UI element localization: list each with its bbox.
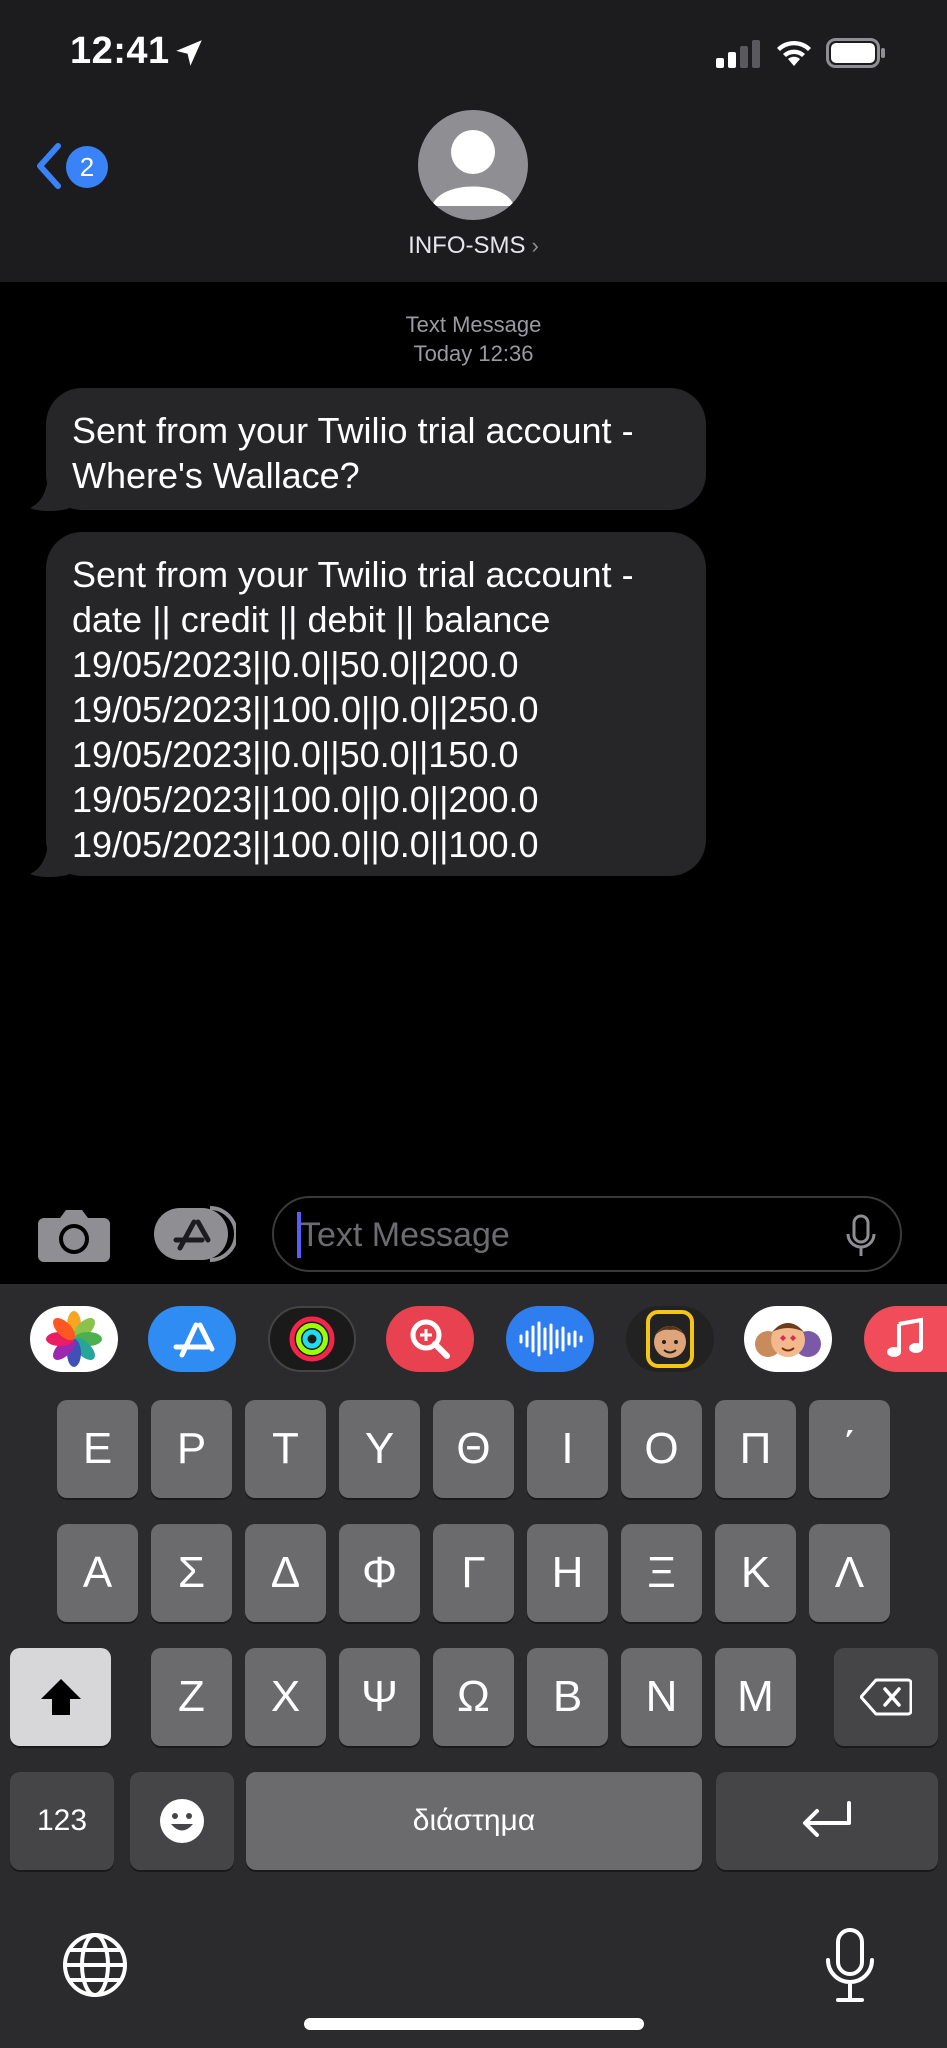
key-theta[interactable]: Θ <box>433 1400 514 1498</box>
return-key[interactable] <box>716 1772 938 1870</box>
key-eta[interactable]: Η <box>527 1524 608 1622</box>
emoji-key[interactable] <box>130 1772 234 1870</box>
key-omega[interactable]: Ω <box>433 1648 514 1746</box>
app-store-icon <box>173 1322 215 1358</box>
message-line: 19/05/2023||100.0||0.0||250.0 <box>72 689 539 730</box>
backspace-icon <box>860 1678 912 1716</box>
chevron-right-icon: › <box>531 233 539 258</box>
key-omicron[interactable]: Ο <box>621 1400 702 1498</box>
key-delta[interactable]: Δ <box>245 1524 326 1622</box>
music-icon <box>886 1317 923 1357</box>
key-tonos-accent[interactable]: ΄ <box>809 1400 890 1498</box>
globe-icon[interactable] <box>60 1930 130 2000</box>
contact-avatar[interactable] <box>418 110 528 220</box>
message-input-field[interactable] <box>272 1196 902 1272</box>
dictation-mic-icon[interactable] <box>844 1214 878 1258</box>
contact-name-button[interactable]: INFO-SMS › <box>0 232 947 260</box>
contact-name: INFO-SMS <box>408 232 526 259</box>
key-iota[interactable]: Ι <box>527 1400 608 1498</box>
key-epsilon[interactable]: Ε <box>57 1400 138 1498</box>
key-phi[interactable]: Φ <box>339 1524 420 1622</box>
key-beta[interactable]: Β <box>527 1648 608 1746</box>
key-alpha[interactable]: Α <box>57 1524 138 1622</box>
message-line: 19/05/2023||100.0||0.0||200.0 <box>72 779 539 820</box>
message-line: Sent from your Twilio trial account - <box>72 410 634 451</box>
return-arrow-icon <box>803 1801 851 1837</box>
dictation-mic-icon[interactable] <box>822 1926 878 2004</box>
shift-arrow-icon <box>40 1679 81 1715</box>
camera-icon[interactable] <box>36 1204 112 1264</box>
key-sigma[interactable]: Σ <box>151 1524 232 1622</box>
key-zeta[interactable]: Ζ <box>151 1648 232 1746</box>
key-chi[interactable]: Χ <box>245 1648 326 1746</box>
cellular-signal-icon <box>716 40 760 68</box>
shift-key[interactable] <box>10 1648 111 1746</box>
battery-icon <box>826 38 885 68</box>
memoji-icon <box>646 1310 694 1368</box>
message-input[interactable] <box>300 1210 820 1260</box>
message-line: 19/05/2023||0.0||50.0||150.0 <box>72 734 519 775</box>
home-indicator[interactable] <box>304 2018 644 2030</box>
photos-icon <box>46 1311 102 1367</box>
audio-message-icon <box>519 1321 583 1357</box>
key-upsilon[interactable]: Υ <box>339 1400 420 1498</box>
key-lambda[interactable]: Λ <box>809 1524 890 1622</box>
message-bubble[interactable]: Sent from your Twilio trial account - Wh… <box>46 388 706 510</box>
message-line: Where's Wallace? <box>72 455 360 496</box>
service-label: Text Message <box>405 312 542 337</box>
message-line: Sent from your Twilio trial account - <box>72 554 634 595</box>
key-kappa[interactable]: Κ <box>715 1524 796 1622</box>
delete-key[interactable] <box>834 1648 938 1746</box>
back-chevron-icon[interactable] <box>34 142 64 190</box>
image-search-app-icon[interactable] <box>386 1306 474 1372</box>
activity-app-icon[interactable] <box>268 1306 356 1372</box>
key-tau[interactable]: Τ <box>245 1400 326 1498</box>
wifi-icon <box>777 40 811 66</box>
key-pi[interactable]: Π <box>715 1400 796 1498</box>
key-rho[interactable]: Ρ <box>151 1400 232 1498</box>
activity-icon <box>289 1316 335 1362</box>
memoji-stickers-app-icon[interactable] <box>744 1306 832 1372</box>
photos-app-icon[interactable] <box>30 1306 118 1372</box>
search-images-icon <box>410 1319 450 1359</box>
app-store-app-icon[interactable] <box>148 1306 236 1372</box>
memoji-stickers-icon <box>755 1323 821 1357</box>
audio-message-app-icon[interactable] <box>506 1306 594 1372</box>
key-xi[interactable]: Ξ <box>621 1524 702 1622</box>
music-app-icon[interactable] <box>864 1306 947 1372</box>
key-gamma[interactable]: Γ <box>433 1524 514 1622</box>
message-line: date || credit || debit || balance <box>72 599 551 640</box>
message-timestamp: Today 12:36 <box>413 341 534 366</box>
app-store-button-icon[interactable] <box>150 1204 236 1264</box>
key-psi[interactable]: Ψ <box>339 1648 420 1746</box>
memoji-app-icon[interactable] <box>626 1306 714 1372</box>
key-mu[interactable]: Μ <box>715 1648 796 1746</box>
location-arrow-icon <box>176 40 202 66</box>
status-time: 12:41 <box>70 30 170 72</box>
numbers-key[interactable]: 123 <box>10 1772 114 1870</box>
person-silhouette-icon <box>432 130 514 206</box>
message-line: 19/05/2023||0.0||50.0||200.0 <box>72 644 519 685</box>
message-bubble[interactable]: Sent from your Twilio trial account - da… <box>46 532 706 876</box>
message-meta: Text Message Today 12:36 <box>0 310 947 368</box>
key-nu[interactable]: Ν <box>621 1648 702 1746</box>
space-key[interactable]: διάστημα <box>246 1772 702 1870</box>
text-caret <box>297 1212 301 1258</box>
emoji-smiley-icon <box>160 1799 204 1843</box>
message-line: 19/05/2023||100.0||0.0||100.0 <box>72 824 539 865</box>
unread-count-badge[interactable]: 2 <box>66 146 108 188</box>
